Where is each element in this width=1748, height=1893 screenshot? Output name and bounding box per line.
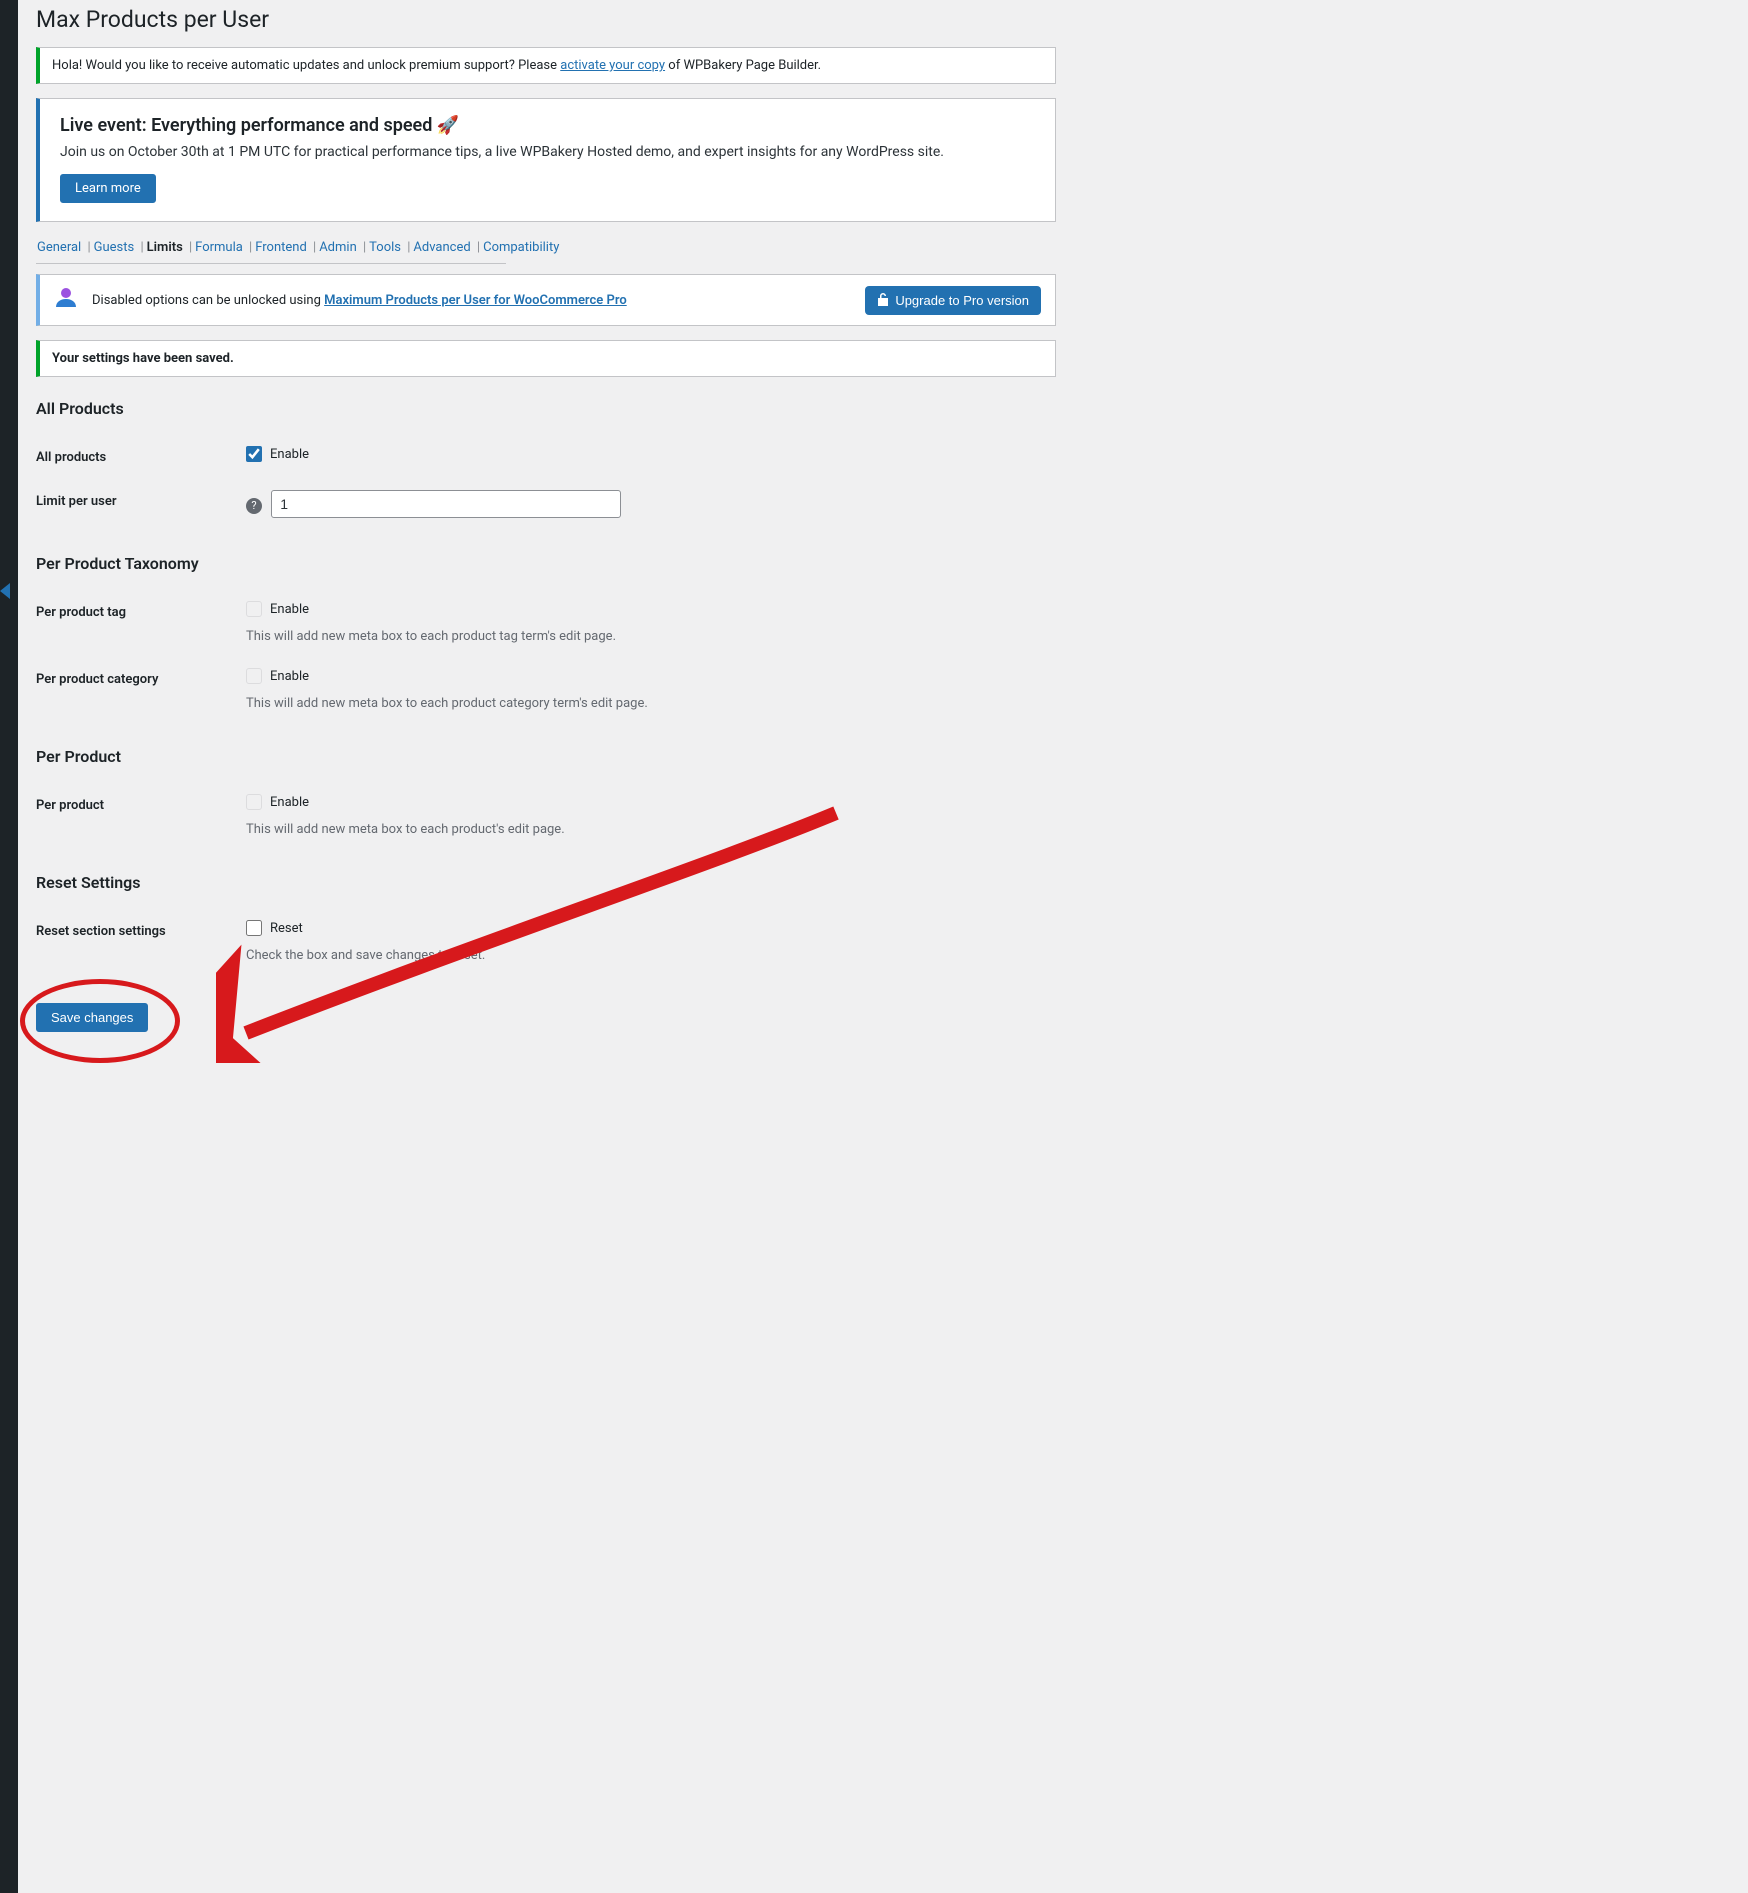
row-limit-label: Limit per user	[36, 480, 246, 532]
reset-checkbox[interactable]	[246, 920, 262, 936]
notice-activate-text-prefix: Hola! Would you like to receive automati…	[52, 58, 560, 73]
tab-guests[interactable]: Guests	[93, 240, 136, 255]
per-tag-enable-label: Enable	[270, 602, 309, 617]
notice-saved: Your settings have been saved.	[36, 340, 1056, 377]
per-product-enable-label: Enable	[270, 795, 309, 810]
tab-tools[interactable]: Tools	[368, 240, 402, 255]
notice-activate-text-suffix: of WPBakery Page Builder.	[665, 58, 821, 73]
tab-separator: |	[135, 240, 145, 255]
pro-link[interactable]: Maximum Products per User for WooCommerc…	[324, 293, 627, 308]
tab-separator: |	[308, 240, 318, 255]
all-products-enable[interactable]: Enable	[246, 446, 309, 462]
pro-banner-text: Disabled options can be unlocked using	[92, 293, 324, 308]
page-title: Max Products per User	[36, 6, 1056, 33]
row-all-products-label: All products	[36, 436, 246, 480]
tab-separator: |	[472, 240, 482, 255]
per-category-enable: Enable	[246, 668, 309, 684]
activate-link[interactable]: activate your copy	[560, 58, 665, 73]
tab-advanced[interactable]: Advanced	[412, 240, 471, 255]
tab-admin[interactable]: Admin	[318, 240, 358, 255]
tab-general[interactable]: General	[36, 240, 82, 255]
learn-more-button[interactable]: Learn more	[60, 174, 156, 203]
row-per-category-label: Per product category	[36, 658, 246, 725]
user-icon	[54, 285, 78, 315]
per-tag-desc: This will add new meta box to each produ…	[246, 629, 1056, 644]
tab-separator: |	[244, 240, 254, 255]
tab-separator: |	[358, 240, 368, 255]
unlock-icon	[877, 292, 889, 309]
per-category-enable-label: Enable	[270, 669, 309, 684]
per-tag-enable-checkbox	[246, 601, 262, 617]
row-per-tag-label: Per product tag	[36, 591, 246, 658]
section-reset-title: Reset Settings	[36, 873, 1056, 892]
all-products-enable-checkbox[interactable]	[246, 446, 262, 462]
tab-separator: |	[82, 240, 92, 255]
per-tag-enable: Enable	[246, 601, 309, 617]
per-category-desc: This will add new meta box to each produ…	[246, 696, 1056, 711]
section-tabs: General | Guests | Limits | Formula | Fr…	[36, 240, 1056, 255]
reset-check-label: Reset	[270, 921, 303, 936]
tab-formula[interactable]: Formula	[194, 240, 244, 255]
per-product-enable: Enable	[246, 794, 309, 810]
row-reset-label: Reset section settings	[36, 910, 246, 977]
pro-banner: Disabled options can be unlocked using M…	[36, 274, 1056, 326]
admin-sidebar	[0, 0, 18, 1893]
limit-per-user-input[interactable]	[271, 490, 621, 518]
help-icon[interactable]: ?	[246, 498, 262, 514]
tab-compatibility[interactable]: Compatibility	[482, 240, 560, 255]
notice-activate: Hola! Would you like to receive automati…	[36, 47, 1056, 84]
tab-separator: |	[402, 240, 412, 255]
row-per-product-label: Per product	[36, 784, 246, 851]
promo-title: Live event: Everything performance and s…	[60, 115, 1035, 136]
tabs-rule	[36, 263, 506, 264]
per-product-enable-checkbox	[246, 794, 262, 810]
promo-panel: Live event: Everything performance and s…	[36, 98, 1056, 222]
section-per-product-title: Per Product	[36, 747, 1056, 766]
section-per-taxonomy-title: Per Product Taxonomy	[36, 554, 1056, 573]
upgrade-pro-button[interactable]: Upgrade to Pro version	[865, 286, 1041, 315]
per-category-enable-checkbox	[246, 668, 262, 684]
reset-check[interactable]: Reset	[246, 920, 303, 936]
all-products-enable-label: Enable	[270, 447, 309, 462]
per-product-desc: This will add new meta box to each produ…	[246, 822, 1056, 837]
tab-frontend[interactable]: Frontend	[254, 240, 308, 255]
save-changes-button[interactable]: Save changes	[36, 1003, 148, 1032]
promo-body: Join us on October 30th at 1 PM UTC for …	[60, 144, 1035, 160]
sidebar-active-marker	[0, 583, 10, 599]
section-all-products-title: All Products	[36, 399, 1056, 418]
tab-separator: |	[184, 240, 194, 255]
tab-limits[interactable]: Limits	[146, 240, 184, 255]
upgrade-pro-label: Upgrade to Pro version	[895, 293, 1029, 308]
reset-desc: Check the box and save changes to reset.	[246, 948, 1056, 963]
notice-saved-text: Your settings have been saved.	[52, 351, 234, 366]
